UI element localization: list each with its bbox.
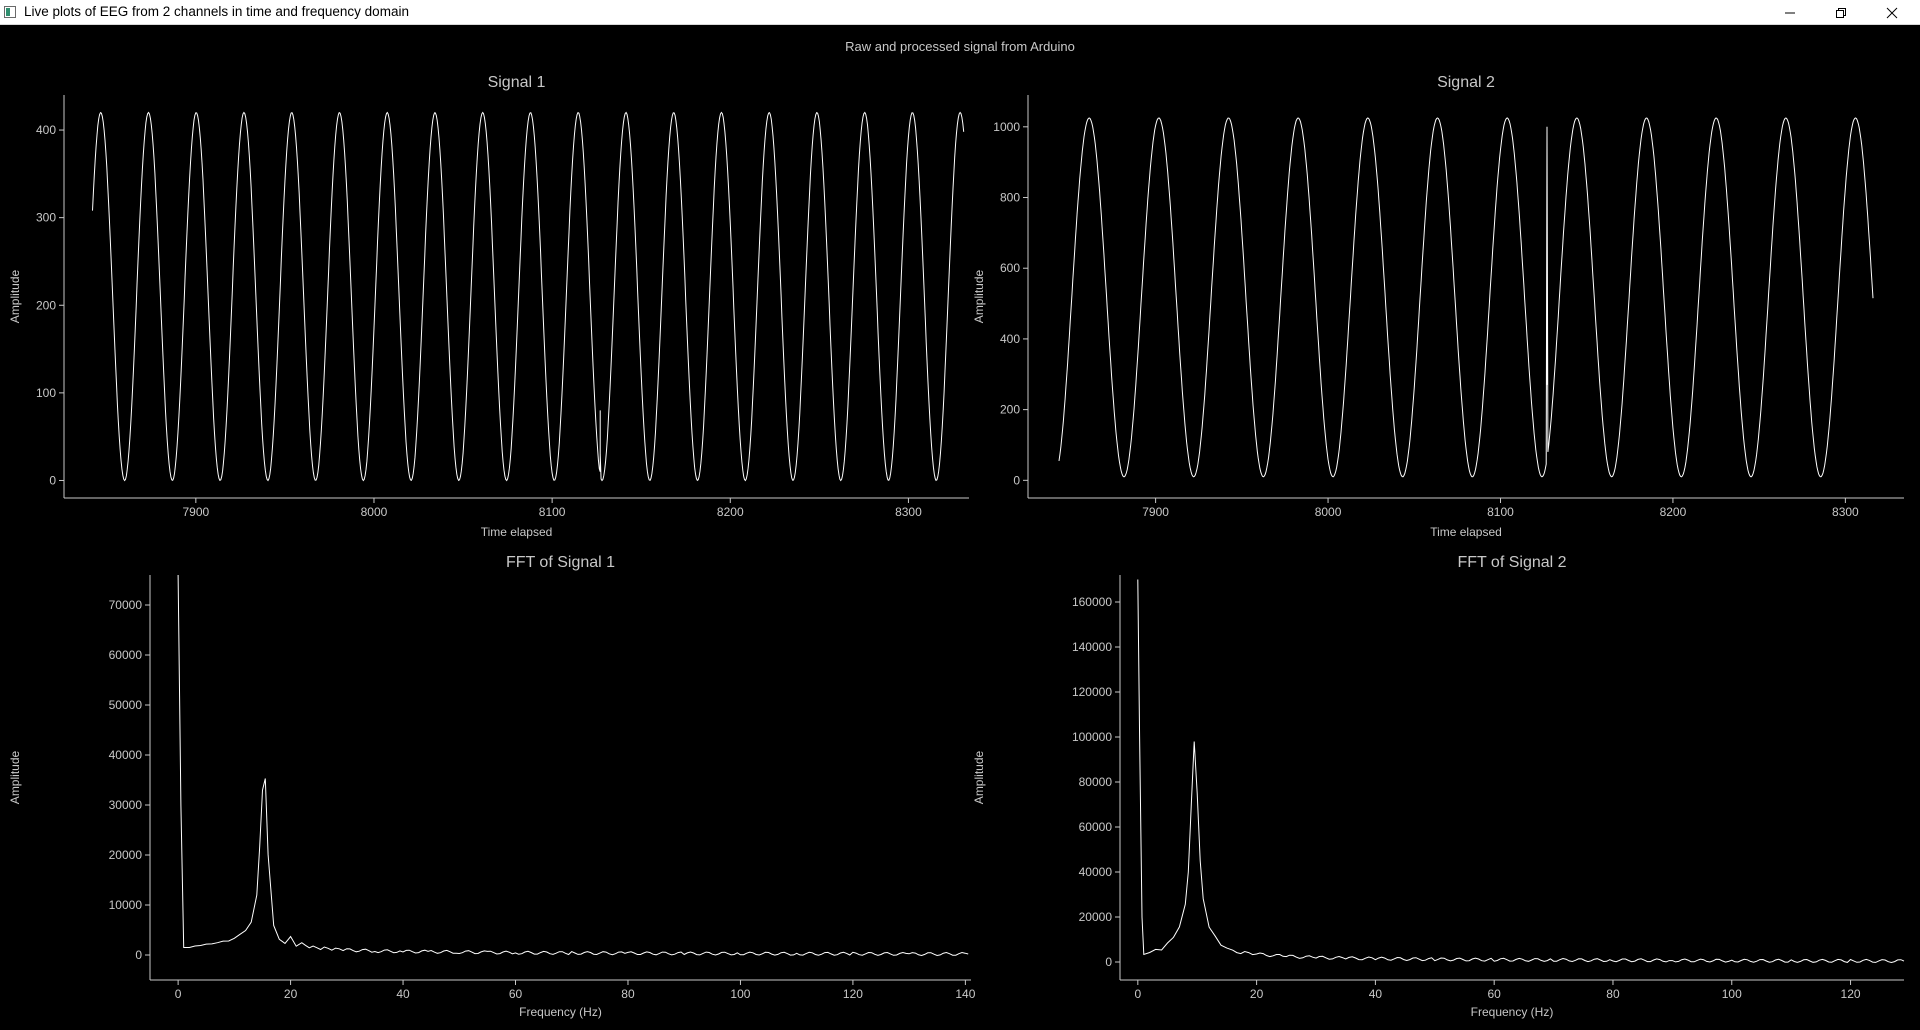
x-axis-label: Time elapsed [481, 525, 553, 539]
x-tick-label: 8100 [539, 505, 566, 519]
y-tick-label: 400 [36, 123, 56, 137]
x-tick-label: 0 [1134, 987, 1141, 1001]
x-tick-label: 140 [955, 987, 975, 1001]
x-tick-label: 8000 [1315, 505, 1342, 519]
y-axis-label: Amplitude [972, 270, 986, 324]
y-axis-label: Amplitude [972, 751, 986, 805]
x-tick-label: 20 [1250, 987, 1264, 1001]
app-icon [4, 6, 16, 18]
y-tick-label: 600 [1000, 261, 1020, 275]
y-tick-label: 400 [1000, 332, 1020, 346]
window-title: Live plots of EEG from 2 channels in tim… [24, 4, 409, 19]
x-tick-label: 8200 [717, 505, 744, 519]
y-tick-label: 60000 [109, 648, 143, 662]
series-line [177, 574, 969, 957]
series-line [1137, 579, 1905, 964]
minimize-icon [1785, 12, 1795, 14]
y-tick-label: 20000 [109, 848, 143, 862]
chart-title: FFT of Signal 2 [1457, 554, 1566, 571]
x-tick-label: 7900 [182, 505, 209, 519]
close-button[interactable] [1867, 0, 1917, 25]
y-tick-label: 0 [1013, 473, 1020, 487]
y-tick-label: 40000 [109, 748, 143, 762]
y-tick-label: 0 [135, 948, 142, 962]
x-axis-label: Frequency (Hz) [519, 1005, 602, 1019]
x-tick-label: 8000 [361, 505, 388, 519]
y-tick-label: 40000 [1079, 865, 1113, 879]
y-tick-label: 200 [1000, 403, 1020, 417]
y-tick-label: 20000 [1079, 910, 1113, 924]
restore-icon [1836, 8, 1846, 18]
y-tick-label: 140000 [1072, 640, 1112, 654]
chart-title: FFT of Signal 1 [506, 554, 615, 571]
y-tick-label: 300 [36, 211, 56, 225]
x-tick-label: 120 [843, 987, 863, 1001]
y-tick-label: 60000 [1079, 820, 1113, 834]
series-line [1058, 117, 1874, 478]
y-tick-label: 30000 [109, 798, 143, 812]
y-tick-label: 120000 [1072, 685, 1112, 699]
x-tick-label: 100 [730, 987, 750, 1001]
x-tick-label: 7900 [1142, 505, 1169, 519]
x-tick-label: 80 [1606, 987, 1620, 1001]
chart-title: Signal 2 [1437, 74, 1495, 91]
y-tick-label: 0 [49, 473, 56, 487]
x-tick-label: 100 [1722, 987, 1742, 1001]
x-tick-label: 60 [509, 987, 523, 1001]
close-icon [1886, 7, 1898, 19]
y-tick-label: 50000 [109, 698, 143, 712]
x-tick-label: 40 [1369, 987, 1383, 1001]
x-tick-label: 8300 [895, 505, 922, 519]
y-axis-label: Amplitude [8, 270, 22, 324]
plots-svg: Signal 101002003004007900 8000 8100 8200 830… [8, 74, 1905, 1019]
x-tick-label: 80 [621, 987, 635, 1001]
x-axis-label: Frequency (Hz) [1471, 1005, 1554, 1019]
x-tick-label: 8100 [1487, 505, 1514, 519]
y-tick-label: 80000 [1079, 775, 1113, 789]
title-bar: Live plots of EEG from 2 channels in tim… [0, 0, 1920, 25]
y-tick-label: 160000 [1072, 595, 1112, 609]
y-tick-label: 1000 [993, 120, 1020, 134]
y-tick-label: 0 [1105, 955, 1112, 969]
y-axis-label: Amplitude [8, 751, 22, 805]
x-tick-label: 8200 [1660, 505, 1687, 519]
x-tick-label: 40 [396, 987, 410, 1001]
x-tick-label: 0 [175, 987, 182, 1001]
x-tick-label: 20 [284, 987, 298, 1001]
x-axis-label: Time elapsed [1430, 525, 1502, 539]
restore-button[interactable] [1816, 0, 1866, 25]
y-tick-label: 10000 [109, 898, 143, 912]
plot-canvas: Raw and processed signal from Arduino Si… [0, 26, 1920, 1030]
minimize-button[interactable] [1765, 0, 1815, 25]
chart-title: Signal 1 [488, 74, 546, 91]
y-tick-label: 100000 [1072, 730, 1112, 744]
series-line [92, 111, 965, 482]
y-tick-label: 800 [1000, 191, 1020, 205]
y-tick-label: 200 [36, 298, 56, 312]
x-tick-label: 60 [1488, 987, 1502, 1001]
y-tick-label: 100 [36, 386, 56, 400]
x-tick-label: 120 [1841, 987, 1861, 1001]
y-tick-label: 70000 [109, 598, 143, 612]
x-tick-label: 8300 [1832, 505, 1859, 519]
